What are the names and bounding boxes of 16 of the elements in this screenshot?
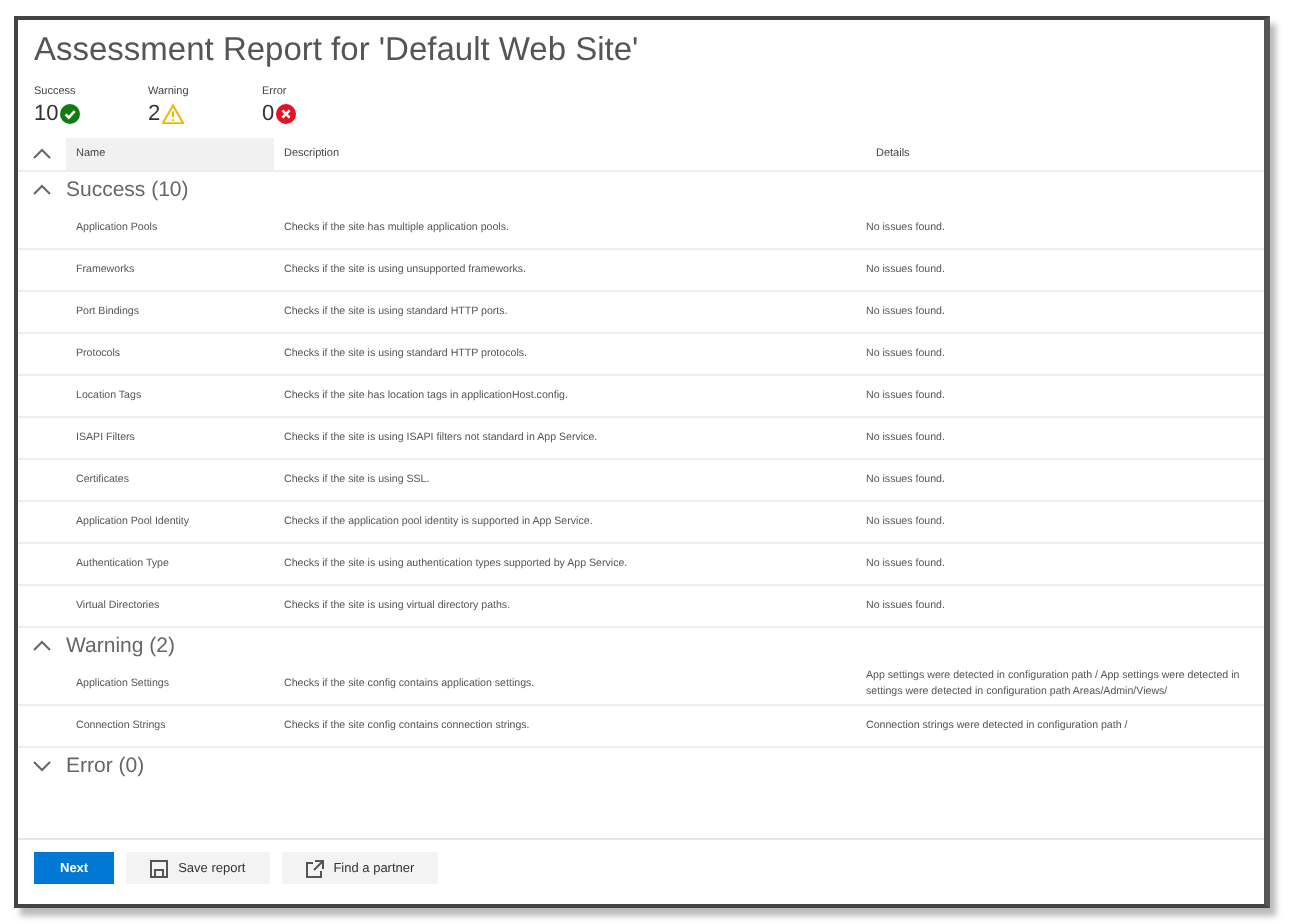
external-link-icon <box>305 859 324 877</box>
chevron-down-icon[interactable] <box>32 758 52 774</box>
collapse-all-chevron-icon[interactable] <box>32 146 52 162</box>
report-title: Assessment Report for 'Default Web Site' <box>34 32 641 70</box>
status-count: 2 <box>148 102 161 126</box>
group-header[interactable]: Success (10) <box>66 178 189 202</box>
group-header[interactable]: Error (0) <box>66 754 145 778</box>
error-x-icon <box>276 104 297 124</box>
status-count: 0 <box>262 102 275 126</box>
group-header[interactable]: Warning (2) <box>66 634 175 658</box>
chevron-up-icon[interactable] <box>32 182 52 198</box>
warning-triangle-icon <box>162 104 185 124</box>
status-count: 10 <box>34 102 59 126</box>
success-check-icon <box>60 104 81 124</box>
chevron-up-icon[interactable] <box>32 638 52 654</box>
save-icon <box>150 859 169 877</box>
